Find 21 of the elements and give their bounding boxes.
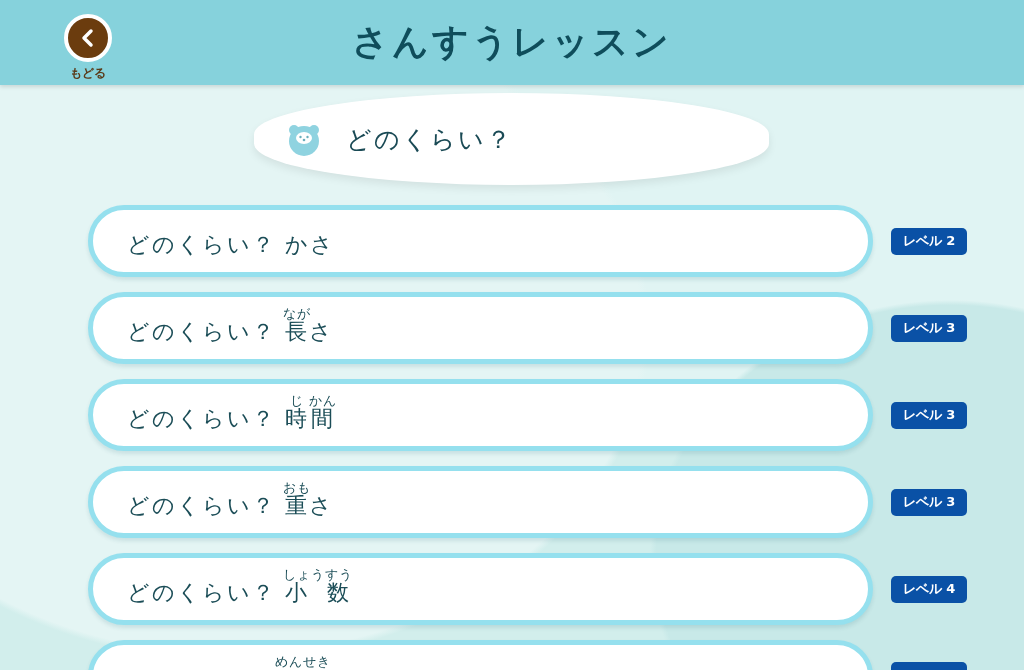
level-badge: レベル 4 — [891, 575, 967, 603]
lesson-card[interactable]: どのくらい？ 時 じ 間 かん — [88, 379, 873, 451]
level-badge: レベル 2 — [891, 227, 967, 255]
lesson-card[interactable]: めんせき — [88, 640, 873, 670]
lesson-label: どのくらい？ 時 じ 間 かん — [127, 394, 337, 430]
page-title: さんすうレッスン — [351, 20, 673, 64]
lesson-card[interactable]: どのくらい？ 小 数 しょうすう — [88, 553, 873, 625]
back-button[interactable] — [64, 13, 112, 62]
lesson-card[interactable]: どのくらい？ かさ — [88, 205, 873, 277]
furigana-text: めんせき — [275, 655, 331, 670]
level-badge: レベル 3 — [891, 401, 967, 429]
lesson-card[interactable]: どのくらい？ 長 なが さ — [88, 292, 873, 364]
level-badge: レベル 3 — [891, 314, 967, 342]
lesson-label: どのくらい？ 長 なが さ — [127, 307, 334, 343]
section-title: どのくらい？ — [345, 123, 513, 156]
level-badge: レベル 3 — [891, 488, 967, 516]
lesson-card[interactable]: どのくらい？ 重 おも さ — [88, 466, 873, 538]
back-label: もどる — [70, 64, 106, 82]
lesson-label: どのくらい？ 小 数 しょうすう — [127, 568, 353, 604]
lesson-label: どのくらい？ 重 おも さ — [127, 481, 334, 517]
lesson-label: どのくらい？ かさ — [127, 234, 335, 256]
